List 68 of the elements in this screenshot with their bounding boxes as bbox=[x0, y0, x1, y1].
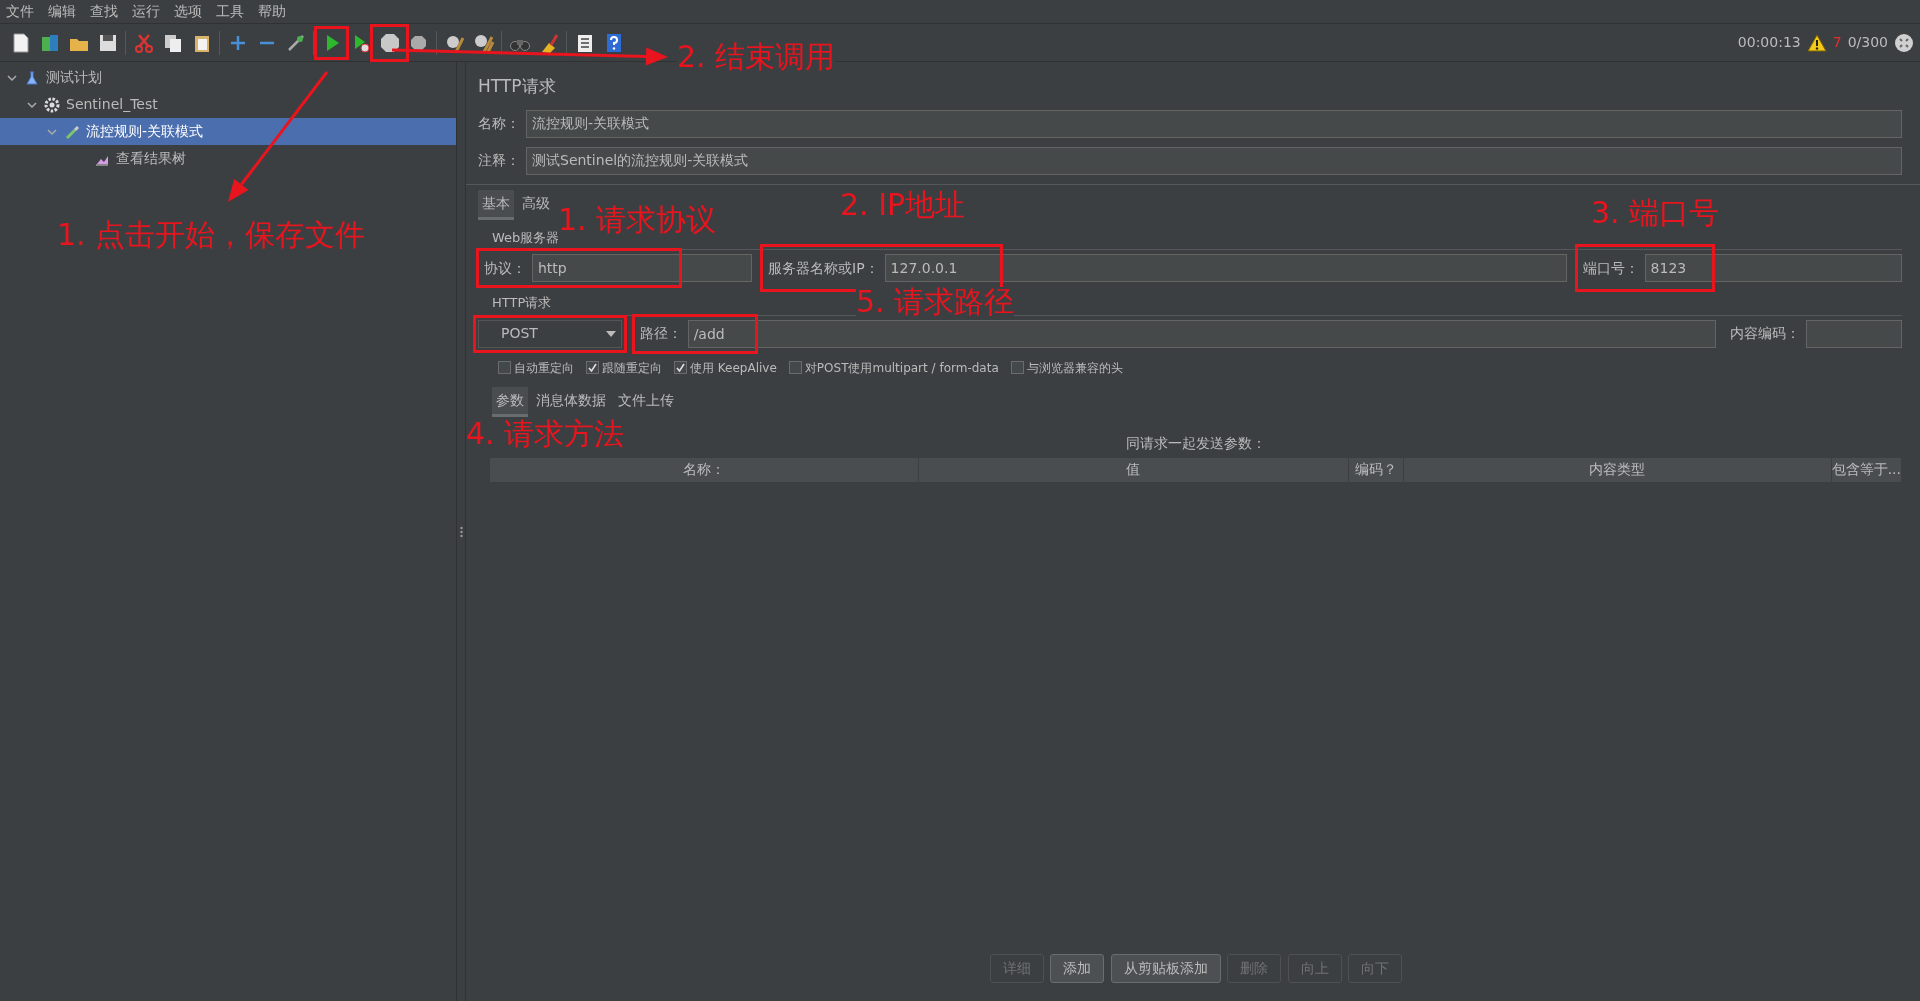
field-label: 路径： bbox=[639, 324, 682, 343]
elapsed-time: 00:00:13 bbox=[1737, 33, 1801, 52]
caret-icon bbox=[605, 330, 616, 337]
action-button[interactable]: 添加 bbox=[1050, 954, 1105, 983]
annotation-label: 1. 点击开始，保存文件 bbox=[57, 220, 366, 250]
status-indicator-icon bbox=[1894, 32, 1914, 53]
annotation-label: 2. 结束调用 bbox=[677, 42, 836, 72]
splitter-grip-icon[interactable] bbox=[459, 525, 463, 538]
checkbox-option[interactable]: 跟随重定向 bbox=[586, 358, 662, 377]
name-field[interactable]: 流控规则-关联模式 bbox=[526, 109, 1902, 138]
gear-icon bbox=[44, 96, 60, 113]
pipette-icon bbox=[64, 123, 80, 140]
field-label: 端口号： bbox=[1582, 258, 1639, 278]
annotation-label: 3. 端口号 bbox=[1591, 198, 1720, 228]
checkbox-option[interactable]: 使用 KeepAlive bbox=[674, 358, 777, 377]
annotation-label: 2. IP地址 bbox=[840, 190, 966, 220]
method-dropdown[interactable]: POST bbox=[478, 319, 622, 348]
encoding-field[interactable] bbox=[1805, 319, 1902, 348]
stop-icon[interactable] bbox=[378, 31, 401, 54]
field-label: 服务器名称或IP： bbox=[768, 258, 879, 278]
field-label: 协议： bbox=[484, 258, 526, 278]
field-label: 注释： bbox=[478, 151, 520, 170]
tab[interactable]: 消息体数据 bbox=[532, 386, 610, 417]
tab[interactable]: 参数 bbox=[492, 386, 528, 417]
menu-item[interactable]: 文件 bbox=[6, 1, 34, 22]
annotation-label: 5. 请求路径 bbox=[856, 287, 1015, 317]
table-caption: 同请求一起发送参数： bbox=[1126, 433, 1266, 453]
checkmark-icon bbox=[588, 363, 597, 372]
panel-title: HTTP请求 bbox=[478, 75, 557, 98]
menu-item[interactable]: 选项 bbox=[174, 1, 202, 22]
column-header[interactable]: 名称： bbox=[490, 457, 919, 482]
menu-item[interactable]: 运行 bbox=[132, 1, 160, 22]
checkbox-option[interactable]: 与浏览器兼容的头 bbox=[1010, 358, 1123, 377]
checkbox-option[interactable]: 自动重定向 bbox=[498, 358, 574, 377]
menu-item[interactable]: 编辑 bbox=[48, 1, 76, 22]
path-field[interactable]: /add bbox=[687, 319, 1716, 348]
tab[interactable]: 基本 bbox=[478, 189, 514, 220]
annotation-label: 1. 请求协议 bbox=[558, 205, 717, 235]
highlight-frame bbox=[314, 25, 349, 60]
warning-icon[interactable] bbox=[1806, 33, 1827, 52]
tree-item[interactable]: Sentinel_Test bbox=[0, 91, 456, 118]
menu-item[interactable]: 帮助 bbox=[258, 1, 286, 22]
column-header[interactable]: 包含等于... bbox=[1831, 457, 1902, 482]
field-label: 名称： bbox=[478, 114, 520, 133]
tab[interactable]: 高级 bbox=[518, 189, 554, 220]
tree-item[interactable]: 测试计划 bbox=[0, 64, 456, 91]
field-label: 内容编码： bbox=[1729, 324, 1800, 343]
menu-item[interactable]: 工具 bbox=[216, 1, 244, 22]
tab[interactable]: 文件上传 bbox=[614, 386, 678, 417]
annotation-label: 4. 请求方法 bbox=[466, 419, 625, 449]
column-header[interactable]: 值 bbox=[918, 457, 1350, 482]
server-field[interactable]: 127.0.0.1 bbox=[884, 254, 1567, 282]
section-label: HTTP请求 bbox=[492, 294, 552, 312]
thread-count: 0/300 bbox=[1847, 33, 1888, 52]
column-header[interactable]: 编码？ bbox=[1349, 457, 1405, 482]
comment-field[interactable]: 测试Sentinel的流控规则-关联模式 bbox=[526, 146, 1902, 175]
tree-item[interactable]: 流控规则-关联模式 bbox=[0, 118, 456, 145]
section-label: Web服务器 bbox=[492, 228, 560, 247]
protocol-field[interactable]: http bbox=[532, 254, 752, 282]
highlight-frame bbox=[370, 23, 409, 62]
column-header[interactable]: 内容类型 bbox=[1404, 457, 1832, 482]
tree-item[interactable]: 查看结果树 bbox=[0, 145, 456, 172]
checkmark-icon bbox=[676, 363, 685, 372]
port-field[interactable]: 8123 bbox=[1644, 254, 1902, 282]
action-button[interactable]: 从剪贴板添加 bbox=[1110, 954, 1221, 983]
menu-item[interactable]: 查找 bbox=[90, 1, 118, 22]
flask-icon bbox=[24, 69, 40, 86]
checkbox-option[interactable]: 对POST使用multipart / form-data bbox=[788, 358, 999, 377]
